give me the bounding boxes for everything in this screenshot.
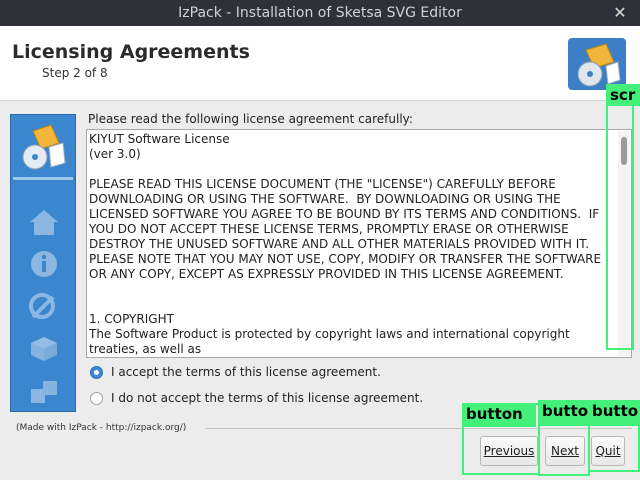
tools-icon xyxy=(29,293,55,319)
scrollbar-annotation-box xyxy=(606,84,634,350)
decline-option[interactable]: I do not accept the terms of this licens… xyxy=(90,391,423,405)
box-icon xyxy=(31,337,57,361)
quit-button-annotation-label: butto xyxy=(588,400,640,426)
installer-sidebar xyxy=(10,114,76,412)
close-icon[interactable]: ✕ xyxy=(610,0,630,26)
next-button-annotation-label: butto xyxy=(538,400,588,426)
window-title: IzPack - Installation of Sketsa SVG Edit… xyxy=(178,5,462,21)
step-indicator: Step 2 of 8 xyxy=(42,66,108,80)
info-icon xyxy=(31,251,57,277)
decline-radio[interactable] xyxy=(90,391,103,405)
sidebar-separator xyxy=(13,177,73,180)
page-title: Licensing Agreements xyxy=(12,41,250,63)
scrollbar-annotation-label: scr xyxy=(606,84,640,106)
accept-option[interactable]: I accept the terms of this license agree… xyxy=(90,365,381,379)
installer-header: Licensing Agreements Step 2 of 8 xyxy=(0,26,640,101)
accept-radio[interactable] xyxy=(90,365,103,379)
accept-label[interactable]: I accept the terms of this license agree… xyxy=(111,365,381,379)
license-text-area[interactable]: KIYUT Software License (ver 3.0) PLEASE … xyxy=(86,129,632,358)
made-with-izpack: (Made with IzPack - http://izpack.org/) xyxy=(16,423,187,433)
package-icon xyxy=(22,124,66,170)
license-prompt: Please read the following license agreem… xyxy=(88,112,413,126)
components-icon xyxy=(31,381,57,403)
previous-button-annotation-label: button xyxy=(462,403,536,427)
window-titlebar: IzPack - Installation of Sketsa SVG Edit… xyxy=(0,0,640,26)
decline-label[interactable]: I do not accept the terms of this licens… xyxy=(111,391,423,405)
license-text: KIYUT Software License (ver 3.0) PLEASE … xyxy=(89,132,602,356)
home-icon xyxy=(30,210,58,235)
